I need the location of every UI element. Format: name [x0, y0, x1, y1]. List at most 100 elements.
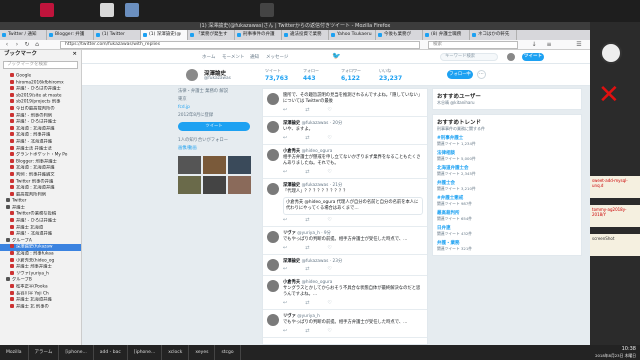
browser-tab[interactable]: Yahoo Tsukaeru: [329, 30, 376, 40]
media-thumbnail[interactable]: [178, 156, 201, 174]
tweet-avatar[interactable]: [267, 314, 279, 326]
stat-followers[interactable]: フォロワー 6,122: [341, 68, 369, 82]
bookmark-item[interactable]: 弁護士 北海道弁護: [0, 297, 81, 304]
tweet-author[interactable]: 深澤諭史: [283, 121, 300, 126]
bookmark-folder[interactable]: グループA: [0, 237, 81, 245]
browser-tab[interactable]: Blogger: 弁護: [47, 30, 94, 40]
bookmark-item[interactable]: Google: [0, 73, 81, 80]
taskbar-item[interactable]: [iphone...: [59, 345, 94, 360]
suggested-user[interactable]: 木谷晴 @kitaniharu: [437, 100, 577, 106]
browser-tab[interactable]: Twitter / 通知: [0, 30, 47, 40]
nav-messages[interactable]: メッセージ: [266, 54, 288, 60]
twitter-bird-icon[interactable]: 🐦: [332, 52, 341, 60]
bookmark-folder[interactable]: 弁護士: [0, 204, 81, 212]
bookmark-item[interactable]: Twitter 刑事の弁護: [0, 178, 81, 186]
like-icon[interactable]: ♡: [327, 107, 331, 113]
app-launcher-icon[interactable]: [40, 3, 54, 17]
like-icon[interactable]: ♡: [327, 245, 331, 251]
reply-icon[interactable]: ↩: [283, 245, 287, 251]
bookmark-item[interactable]: Blogger: 刑事弁護士: [0, 158, 81, 166]
media-thumbnail[interactable]: [203, 156, 226, 174]
reply-icon[interactable]: ↩: [283, 135, 287, 141]
tweet-avatar[interactable]: [267, 93, 279, 105]
bookmark-item[interactable]: 深澤諭史(fukazaw: [0, 244, 81, 252]
tweet-author[interactable]: 深澤諭史: [283, 259, 300, 264]
media-thumbnail[interactable]: [228, 176, 251, 194]
bookmark-item[interactable]: 北海道 : 北海道弁護: [0, 165, 81, 172]
bookmark-item[interactable]: hiroma2016kfbhiromx: [0, 79, 81, 87]
taskbar-item[interactable]: xeyes: [189, 345, 216, 360]
retweet-icon[interactable]: ⇄: [305, 135, 309, 141]
bookmark-item[interactable]: 弁護士 刑事弁護士: [0, 264, 81, 271]
bookmark-item[interactable]: 弁護士 北 刑事の: [0, 303, 81, 311]
tweet-avatar[interactable]: [267, 149, 279, 161]
bookmark-item[interactable]: 北海道 : 刑事弁護: [0, 132, 81, 139]
tweet[interactable]: 深澤諭史 @fukazawas · 23分 ↩ ⇄ ♡: [263, 255, 427, 276]
browser-tab[interactable]: 「業務が発生す: [188, 30, 235, 40]
like-icon[interactable]: ♡: [327, 135, 331, 141]
nav-moments[interactable]: モーメント: [222, 54, 244, 60]
browser-tab[interactable]: ネコはかの軒先: [470, 30, 517, 40]
reload-icon[interactable]: ↻: [23, 41, 31, 49]
bookmark-item[interactable]: 松本正平(Pooka: [0, 284, 81, 291]
back-icon[interactable]: ‹: [3, 41, 11, 49]
reply-icon[interactable]: ↩: [283, 169, 287, 175]
tweet-author[interactable]: 小倉秀夫: [283, 280, 300, 285]
download-icon[interactable]: ↓: [530, 41, 538, 49]
home-icon[interactable]: ⌂: [33, 41, 41, 49]
browser-search-input[interactable]: 検索: [428, 41, 518, 49]
trend-item[interactable]: 弁護士会 関連ツイート 3,210件: [437, 180, 577, 192]
browser-tab-active[interactable]: (1) 深澤諭史(@: [141, 30, 188, 40]
tweet[interactable]: 深澤諭史 @fukazawas · 21分 「代理人」？？？？？？？？？？ 小倉秀夫…: [263, 179, 427, 227]
twitter-search-input[interactable]: キーワード検索: [440, 53, 498, 61]
taskbar-item[interactable]: [iphone...: [128, 345, 163, 360]
close-x-icon[interactable]: ✕: [598, 82, 620, 108]
bookmark-item[interactable]: 弁護士 北海道: [0, 224, 81, 232]
bookmark-item[interactable]: 弁護! - 北海道弁護: [0, 231, 81, 238]
tweet-avatar[interactable]: [267, 121, 279, 133]
bookmark-item[interactable]: グラントポケット・My Po: [0, 152, 81, 159]
trend-item[interactable]: 日弁連 関連ツイート 432件: [437, 225, 577, 237]
bookmark-item[interactable]: 弁護! - ひろば弁護士: [0, 119, 81, 126]
trend-item[interactable]: 最高裁判所 関連ツイート 654件: [437, 210, 577, 222]
trend-item[interactable]: 法律相談 関連ツイート 5,000件: [437, 150, 577, 162]
reply-icon[interactable]: ↩: [283, 107, 287, 113]
like-icon[interactable]: ♡: [327, 169, 331, 175]
nav-home[interactable]: ホーム: [202, 54, 215, 60]
tweet-quote[interactable]: 小倉秀夫 @hideo_ogura 代理人が自分の名前と自分の名前を本人に代わり…: [283, 197, 423, 215]
bookmark-item[interactable]: sb2019/projects 刑事: [0, 99, 81, 106]
tweet-avatar[interactable]: [267, 183, 279, 195]
bookmark-item[interactable]: sb2019/site at maste: [0, 92, 81, 100]
taskbar-item[interactable]: xclock: [162, 345, 190, 360]
media-thumbnail[interactable]: [178, 176, 201, 194]
retweet-icon[interactable]: ⇄: [305, 245, 309, 251]
tweet-author[interactable]: 小倉秀夫: [283, 149, 300, 154]
like-icon[interactable]: ♡: [327, 300, 331, 306]
taskbar-item[interactable]: Mozilla: [0, 345, 29, 360]
close-icon[interactable]: ×: [72, 50, 77, 59]
followers-you-know[interactable]: 1人の知り合いがフォロー: [178, 137, 258, 145]
stat-tweets[interactable]: ツイート 73,763: [265, 68, 293, 82]
tweet-avatar[interactable]: [267, 259, 279, 271]
taskbar-item[interactable]: アラーム: [29, 345, 60, 360]
media-thumbnail[interactable]: [203, 176, 226, 194]
more-icon[interactable]: ⋯: [477, 70, 486, 79]
bookmark-item[interactable]: 弁護! - ひろば弁護士: [0, 218, 81, 225]
trend-item[interactable]: 弁護・業務 関連ツイート 321件: [437, 240, 577, 252]
bookmark-folder[interactable]: Twitter: [0, 198, 81, 205]
browser-tab[interactable]: 刑事事件の弁護: [235, 30, 282, 40]
retweet-icon[interactable]: ⇄: [305, 266, 309, 272]
bookmark-folder[interactable]: グループB: [0, 277, 81, 284]
retweet-icon[interactable]: ⇄: [305, 217, 309, 223]
trend-item[interactable]: #弁護士懲戒 関連ツイート 987件: [437, 195, 577, 207]
like-icon[interactable]: ♡: [327, 328, 331, 334]
url-bar[interactable]: https://twitter.com/fukazawas/with_repli…: [60, 41, 420, 49]
browser-tab[interactable]: (8) 弁護士職務: [423, 30, 470, 40]
reply-icon[interactable]: ↩: [283, 266, 287, 272]
avatar[interactable]: [507, 53, 515, 61]
files-icon[interactable]: [125, 3, 139, 17]
bookmark-item[interactable]: 長谷川平 Yoji Ch: [0, 290, 81, 298]
terminal-icon[interactable]: [260, 3, 274, 17]
media-thumbnail[interactable]: [228, 156, 251, 174]
browser-tab[interactable]: 今後も業務が: [376, 30, 423, 40]
